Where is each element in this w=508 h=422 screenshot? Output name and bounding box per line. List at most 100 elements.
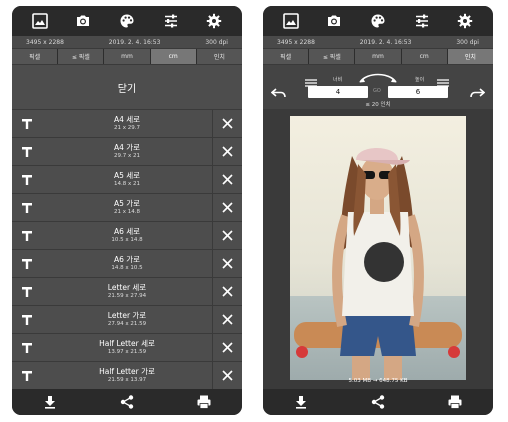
tab-max-pixel[interactable]: ≤ 픽셀 [58,49,105,64]
delete-preset-icon[interactable] [212,362,242,389]
text-size-icon[interactable] [12,306,42,333]
delete-preset-icon[interactable] [212,110,242,137]
preset-row[interactable]: A4 가로 29.7 x 21 [12,138,242,165]
palette-icon[interactable] [116,10,138,32]
share-icon[interactable] [116,391,138,413]
gear-icon[interactable] [454,10,476,32]
delete-preset-icon[interactable] [212,194,242,221]
image-info-bar: 3495 x 2288 2019. 2. 4. 16:53 300 dpi [263,36,493,48]
text-size-icon[interactable] [12,194,42,221]
tab-cm[interactable]: cm [402,49,448,64]
preset-text[interactable]: A6 세로 10.5 x 14.8 [42,227,212,243]
unit-tabs: 픽셀 ≤ 픽셀 mm cm 인치 [12,49,242,64]
preset-text[interactable]: A4 세로 21 x 29.7 [42,115,212,131]
tab-pixel[interactable]: 픽셀 [263,49,310,64]
preset-text[interactable]: Letter 세로 21.59 x 27.94 [42,284,212,299]
photo-preview[interactable] [290,116,466,380]
sliders-icon[interactable] [411,10,433,32]
print-icon[interactable] [444,391,466,413]
preset-dimensions: 21.59 x 27.94 [107,292,147,299]
tab-inch[interactable]: 인치 [447,49,493,64]
camera-icon[interactable] [72,10,94,32]
preset-text[interactable]: Half Letter 가로 21.59 x 13.97 [42,367,212,383]
preset-row[interactable]: Letter 가로 27.94 x 21.59 [12,306,242,333]
preset-row[interactable]: A5 가로 21 x 14.8 [12,194,242,221]
image-info-bar: 3495 x 2288 2019. 2. 4. 16:53 300 dpi [12,36,242,48]
preset-dimensions: 14.8 x 21 [114,180,140,187]
text-size-icon[interactable] [12,138,42,165]
preset-dimensions: 27.94 x 21.59 [107,320,147,327]
preset-row[interactable]: Half Letter 세로 13.97 x 21.59 [12,334,242,361]
text-size-icon[interactable] [12,250,42,277]
preset-list: A4 세로 21 x 29.7 A4 가로 29.7 x 21 A5 세로 14.8 x … [12,110,242,391]
preset-name: Half Letter 세로 [99,339,155,349]
resolution-text: 3495 x 2288 [277,38,315,46]
top-toolbar [12,6,242,36]
tab-mm[interactable]: mm [104,49,151,64]
text-size-icon[interactable] [12,110,42,137]
preset-row[interactable]: Letter 세로 21.59 x 27.94 [12,278,242,305]
preset-text[interactable]: A5 가로 21 x 14.8 [42,200,212,215]
print-icon[interactable] [193,391,215,413]
gallery-icon[interactable] [29,10,51,32]
close-button[interactable]: 닫기 [12,65,242,109]
text-size-icon[interactable] [12,362,42,389]
tab-cm[interactable]: cm [150,49,197,64]
preset-text[interactable]: A4 가로 29.7 x 21 [42,143,212,159]
preset-row[interactable]: A6 가로 14.8 x 10.5 [12,250,242,277]
preset-text[interactable]: Half Letter 세로 13.97 x 21.59 [42,339,212,355]
preset-dimensions: 29.7 x 21 [114,152,140,159]
tab-mm[interactable]: mm [355,49,402,64]
gallery-icon[interactable] [280,10,302,32]
preset-name: A5 세로 [113,171,141,181]
bottom-toolbar [263,389,493,415]
text-size-icon[interactable] [12,166,42,193]
preset-row[interactable]: Half Letter 가로 21.59 x 13.97 [12,362,242,389]
date-text: 2019. 2. 4. 16:53 [359,38,412,46]
preset-name: A4 세로 [113,115,141,125]
tab-inch[interactable]: 인치 [197,49,242,64]
file-size-text: 5.03 MB → 648.75 KB [348,378,408,384]
top-toolbar [263,6,493,36]
delete-preset-icon[interactable] [212,278,242,305]
preset-text[interactable]: A5 세로 14.8 x 21 [42,171,212,187]
preset-dimensions: 14.8 x 10.5 [111,264,143,271]
preset-dimensions: 21 x 29.7 [114,124,140,131]
dpi-note: ≤ 20 인치 [365,102,391,108]
camera-icon[interactable] [323,10,345,32]
preset-text[interactable]: Letter 가로 27.94 x 21.59 [42,311,212,327]
text-size-icon[interactable] [12,278,42,305]
go-label[interactable]: GO [373,88,381,94]
preset-name: A6 세로 [113,227,141,237]
delete-preset-icon[interactable] [212,138,242,165]
gear-icon[interactable] [203,10,225,32]
photo-preview-area [263,110,493,391]
preset-dimensions: 21.59 x 13.97 [107,376,147,383]
delete-preset-icon[interactable] [212,250,242,277]
height-input[interactable]: 6 [388,86,448,98]
delete-preset-icon[interactable] [212,334,242,361]
download-icon[interactable] [290,391,312,413]
preset-name: A6 가로 [113,255,141,265]
text-size-icon[interactable] [12,222,42,249]
preset-text[interactable]: A6 가로 14.8 x 10.5 [42,255,212,271]
tab-max-pixel[interactable]: ≤ 픽셀 [309,49,356,64]
tab-pixel[interactable]: 픽셀 [12,49,59,64]
text-size-icon[interactable] [12,334,42,361]
preset-row[interactable]: A5 세로 14.8 x 21 [12,166,242,193]
width-label: 너비 [333,77,343,83]
preset-name: Half Letter 가로 [99,367,155,377]
delete-preset-icon[interactable] [212,306,242,333]
delete-preset-icon[interactable] [212,166,242,193]
preset-dimensions: 13.97 x 21.59 [107,348,147,355]
palette-icon[interactable] [367,10,389,32]
delete-preset-icon[interactable] [212,222,242,249]
sliders-icon[interactable] [160,10,182,32]
preset-name: Letter 가로 [107,311,147,321]
preset-name: A4 가로 [113,143,141,153]
share-icon[interactable] [367,391,389,413]
width-input[interactable]: 4 [308,86,368,98]
preset-row[interactable]: A4 세로 21 x 29.7 [12,110,242,137]
download-icon[interactable] [39,391,61,413]
preset-row[interactable]: A6 세로 10.5 x 14.8 [12,222,242,249]
